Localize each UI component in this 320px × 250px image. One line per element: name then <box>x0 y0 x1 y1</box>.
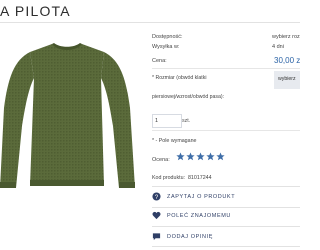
action-divider <box>152 226 300 227</box>
add-review-label: DODAJ OPINIĘ <box>167 234 214 240</box>
price-value: 30,00 zł <box>274 56 300 65</box>
price-row: Cena: 30,00 zł <box>152 56 300 65</box>
star-icon[interactable] <box>196 152 205 161</box>
shipping-value: 4 dni <box>272 44 284 50</box>
size-label-line1: * Rozmiar (obwód klatki <box>152 75 207 81</box>
price-divider <box>152 68 300 69</box>
price-label: Cena: <box>152 58 167 64</box>
product-code-label: Kod produktu: <box>152 175 185 181</box>
star-icon[interactable] <box>216 152 225 161</box>
rating-stars[interactable] <box>176 152 225 161</box>
heart-icon <box>152 211 162 221</box>
action-divider <box>152 186 300 187</box>
add-review-button[interactable]: DODAJ OPINIĘ <box>152 231 300 243</box>
star-icon[interactable] <box>206 152 215 161</box>
availability-label: Dostępność: <box>152 34 183 40</box>
quantity-divider <box>152 130 300 131</box>
size-select[interactable]: wybierz <box>274 71 300 89</box>
action-divider <box>152 207 300 208</box>
availability-value: wybierz roz <box>272 34 300 40</box>
product-image[interactable] <box>0 38 135 188</box>
action-divider <box>152 246 300 247</box>
star-icon[interactable] <box>186 152 195 161</box>
required-note: * - Pole wymagane <box>152 138 197 144</box>
product-page: A PILOTA Dostępność: wybierz roz Wysyłka… <box>0 0 300 250</box>
shirt-image <box>0 43 135 188</box>
page-title: A PILOTA <box>0 3 71 19</box>
shipping-row: Wysyłka w: 4 dni <box>152 44 300 50</box>
recommend-to-friend-button[interactable]: POLEĆ ZNAJOMEMU <box>152 210 300 222</box>
star-icon[interactable] <box>176 152 185 161</box>
title-divider <box>0 22 300 23</box>
size-label-line2: piersiowej/wzrost/obwód pasa): <box>152 94 225 100</box>
ask-about-product-button[interactable]: ? ZAPYTAJ O PRODUKT <box>152 191 300 203</box>
svg-text:?: ? <box>155 194 159 201</box>
product-code-line: Kod produktu: 81017244 <box>152 175 212 181</box>
rating-label: Ocena: <box>152 157 170 163</box>
quantity-input[interactable]: 1 <box>152 114 182 128</box>
availability-row: Dostępność: wybierz roz <box>152 34 300 40</box>
shipping-label: Wysyłka w: <box>152 44 180 50</box>
recommend-to-friend-label: POLEĆ ZNAJOMEMU <box>167 213 232 219</box>
product-code-value: 81017244 <box>187 175 212 181</box>
comment-icon <box>152 232 162 242</box>
question-icon: ? <box>152 192 162 202</box>
quantity-unit: szt. <box>182 118 191 124</box>
ask-about-product-label: ZAPYTAJ O PRODUKT <box>167 194 236 200</box>
